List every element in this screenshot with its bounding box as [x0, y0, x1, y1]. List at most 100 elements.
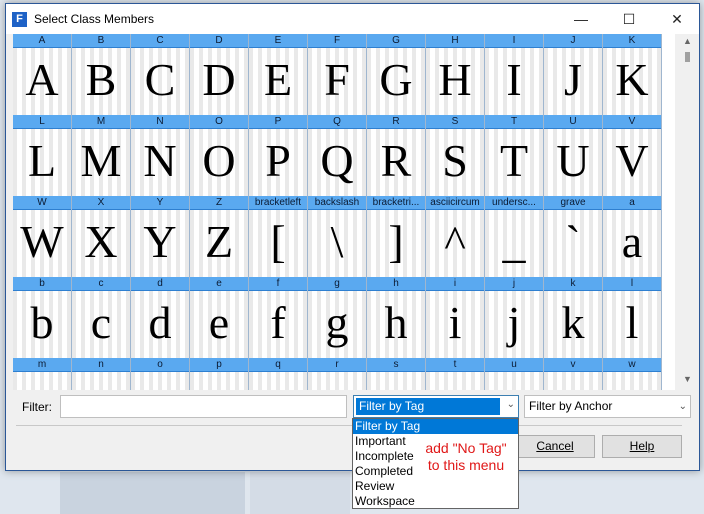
- glyph-preview: C: [131, 48, 189, 115]
- glyph-cell[interactable]: p: [190, 358, 249, 390]
- glyph-cell[interactable]: ll: [603, 277, 662, 358]
- glyph-cell[interactable]: JJ: [544, 34, 603, 115]
- glyph-cell[interactable]: OO: [190, 115, 249, 196]
- glyph-cell[interactable]: bb: [13, 277, 72, 358]
- glyph-cell[interactable]: r: [308, 358, 367, 390]
- glyph-cell[interactable]: YY: [131, 196, 190, 277]
- dropdown-option[interactable]: Review: [353, 479, 518, 494]
- glyph-preview: L: [13, 129, 71, 196]
- glyph-cell[interactable]: QQ: [308, 115, 367, 196]
- glyph-name-label: V: [603, 115, 661, 129]
- filter-by-tag-select[interactable]: Filter by Tag ⌄: [353, 395, 519, 418]
- glyph-cell[interactable]: asciicircum ^: [426, 196, 485, 277]
- glyph-preview: [131, 372, 189, 390]
- glyph-cell[interactable]: ee: [190, 277, 249, 358]
- dropdown-option[interactable]: Filter by Tag: [353, 419, 518, 434]
- glyph-cell[interactable]: ff: [249, 277, 308, 358]
- glyph-cell[interactable]: WW: [13, 196, 72, 277]
- glyph-preview: O: [190, 129, 248, 196]
- glyph-char: J: [564, 54, 582, 105]
- filter-by-anchor-select[interactable]: Filter by Anchor ⌄: [524, 395, 691, 418]
- glyph-cell[interactable]: u: [485, 358, 544, 390]
- glyph-cell[interactable]: t: [426, 358, 485, 390]
- glyph-cell[interactable]: kk: [544, 277, 603, 358]
- glyph-cell[interactable]: AA: [13, 34, 72, 115]
- glyph-cell[interactable]: LL: [13, 115, 72, 196]
- glyph-name-label: f: [249, 277, 307, 291]
- scroll-up-icon[interactable]: ▲: [679, 36, 696, 50]
- glyph-cell[interactable]: hh: [367, 277, 426, 358]
- glyph-cell[interactable]: NN: [131, 115, 190, 196]
- glyph-cell[interactable]: TT: [485, 115, 544, 196]
- glyph-preview: [485, 372, 543, 390]
- glyph-cell[interactable]: CC: [131, 34, 190, 115]
- annotation-note: add "No Tag" to this menu: [418, 440, 514, 474]
- glyph-char: K: [615, 54, 649, 105]
- glyph-cell[interactable]: cc: [72, 277, 131, 358]
- glyph-cell[interactable]: HH: [426, 34, 485, 115]
- glyph-char: N: [143, 135, 177, 186]
- glyph-cell[interactable]: VV: [603, 115, 662, 196]
- help-button[interactable]: Help: [602, 435, 682, 458]
- glyph-cell[interactable]: grave `: [544, 196, 603, 277]
- glyph-preview: E: [249, 48, 307, 115]
- glyph-cell[interactable]: q: [249, 358, 308, 390]
- glyph-cell[interactable]: SS: [426, 115, 485, 196]
- glyph-cell[interactable]: undersc... _: [485, 196, 544, 277]
- glyph-name-label: I: [485, 34, 543, 48]
- glyph-cell[interactable]: w: [603, 358, 662, 390]
- glyph-preview: _: [485, 210, 543, 277]
- glyph-cell[interactable]: backslash \: [308, 196, 367, 277]
- vertical-scrollbar[interactable]: ▲ ▼: [679, 34, 696, 390]
- glyph-cell[interactable]: gg: [308, 277, 367, 358]
- glyph-cell[interactable]: n: [72, 358, 131, 390]
- glyph-char: I: [506, 54, 522, 105]
- glyph-cell[interactable]: GG: [367, 34, 426, 115]
- glyph-preview: g: [308, 291, 366, 358]
- dropdown-option[interactable]: Workspace: [353, 494, 518, 509]
- glyph-char: T: [499, 135, 529, 186]
- glyph-cell[interactable]: II: [485, 34, 544, 115]
- glyph-cell[interactable]: BB: [72, 34, 131, 115]
- glyph-cell[interactable]: s: [367, 358, 426, 390]
- glyph-cell[interactable]: PP: [249, 115, 308, 196]
- glyph-cell[interactable]: bracketri...]: [367, 196, 426, 277]
- glyph-name-label: Z: [190, 196, 248, 210]
- close-icon[interactable]: ✕: [657, 4, 697, 34]
- glyph-char: X: [84, 216, 118, 267]
- minimize-icon[interactable]: —: [561, 4, 601, 34]
- glyph-cell[interactable]: ZZ: [190, 196, 249, 277]
- glyph-cell[interactable]: MM: [72, 115, 131, 196]
- maximize-icon[interactable]: ☐: [609, 4, 649, 34]
- glyph-cell[interactable]: jj: [485, 277, 544, 358]
- glyph-cell[interactable]: XX: [72, 196, 131, 277]
- glyph-char: `: [565, 216, 581, 267]
- glyph-cell[interactable]: bracketleft [: [249, 196, 308, 277]
- glyph-cell[interactable]: ii: [426, 277, 485, 358]
- glyph-cell[interactable]: EE: [249, 34, 308, 115]
- glyph-preview: [13, 372, 71, 390]
- scroll-down-icon[interactable]: ▼: [679, 374, 696, 388]
- glyph-cell[interactable]: UU: [544, 115, 603, 196]
- glyph-cell[interactable]: m: [13, 358, 72, 390]
- glyph-preview: [308, 372, 366, 390]
- glyph-cell[interactable]: RR: [367, 115, 426, 196]
- glyph-name-label: O: [190, 115, 248, 129]
- scroll-thumb[interactable]: [685, 52, 690, 62]
- glyph-char: h: [384, 297, 408, 348]
- glyph-cell[interactable]: FF: [308, 34, 367, 115]
- glyph-cell[interactable]: v: [544, 358, 603, 390]
- cancel-button[interactable]: Cancel: [515, 435, 595, 458]
- anchor-select-value: Filter by Anchor: [529, 399, 613, 413]
- glyph-cell[interactable]: DD: [190, 34, 249, 115]
- glyph-preview: H: [426, 48, 484, 115]
- glyph-char: Y: [143, 216, 177, 267]
- annotation-line-1: add "No Tag": [425, 440, 507, 456]
- glyph-char: a: [621, 216, 643, 267]
- glyph-char: S: [442, 135, 468, 186]
- glyph-cell[interactable]: KK: [603, 34, 662, 115]
- glyph-cell[interactable]: o: [131, 358, 190, 390]
- glyph-cell[interactable]: aa: [603, 196, 662, 277]
- filter-input[interactable]: [60, 395, 347, 418]
- glyph-cell[interactable]: dd: [131, 277, 190, 358]
